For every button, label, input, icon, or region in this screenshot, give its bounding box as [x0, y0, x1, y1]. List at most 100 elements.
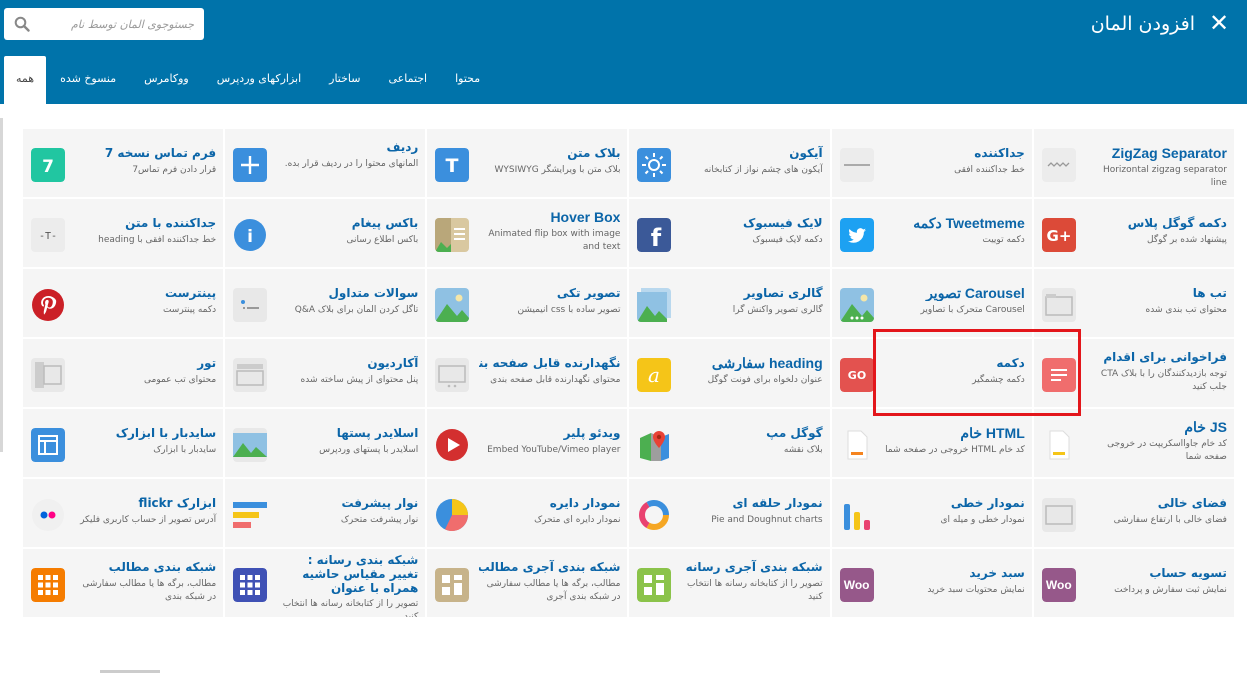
element-card-27[interactable]: ویدئو پلیر Embed YouTube/Vimeo player	[426, 408, 629, 478]
element-card-text: شبکه بندی آجری رسانه ها تصویر را از کتابخ…	[681, 559, 822, 604]
element-card-2[interactable]: آیکون آیکون های چشم نواز از کتابخانه	[628, 128, 831, 198]
element-card-text: ردیف المانهای محتوا را در ردیف قرار بده.	[277, 139, 419, 171]
element-card-text: heading سفارشی عنوان دلخواه برای فونت گوگ…	[681, 355, 823, 387]
element-card-13[interactable]: Carousel تصویر Carousel متحرک با تصاویر	[830, 268, 1033, 338]
element-card-17[interactable]: پینترست دکمه پینترست	[22, 268, 225, 338]
element-card-0[interactable]: ZigZag Separator Horizontal zigzag separa…	[1032, 128, 1235, 198]
element-card-38[interactable]: شبکه بندی آجری رسانه ها تصویر را از کتابخ…	[628, 548, 831, 618]
element-card-34[interactable]: نوار پیشرفت نوار پیشرفت متحرک	[224, 478, 427, 548]
element-card-41[interactable]: شبکه بندی مطالب مطالب، برگه ها یا مطالب س…	[22, 548, 225, 618]
element-card-20[interactable]: a heading سفارشی عنوان دلخواه برای فونت گو…	[628, 338, 831, 408]
element-card-31[interactable]: نمودار خطی نمودار خطی و میله ای	[830, 478, 1033, 548]
element-name: HTML خام	[960, 425, 1025, 441]
element-card-text: اسلایدر پستها اسلایدر با پستهای وردپرس	[277, 425, 418, 457]
element-card-25[interactable]: HTML خام کد خام HTML خروجی در صفحه شما	[830, 408, 1033, 478]
elements-grid: 7 فرم تماس نسخه 7 قرار دادن فرم تماس7 ردیف ا…	[22, 128, 1235, 675]
element-card-29[interactable]: سایدبار با ابزارک سایدبار با ابزارک	[22, 408, 225, 478]
tab-5[interactable]: ووکامرس	[130, 56, 203, 104]
element-card-18[interactable]: فراخوانی برای اقدام توجه بازدیدکنندگان را…	[1032, 338, 1235, 408]
tab-2[interactable]: اجتماعی	[375, 56, 442, 104]
element-card-16[interactable]: سوالات متداول تاگل کردن المان برای بلاک Q…	[224, 268, 427, 338]
tab-1[interactable]: محتوا	[441, 56, 494, 104]
element-card-33[interactable]: نمودار دایره نمودار دایره ای متحرک	[426, 478, 629, 548]
element-card-text: فرم تماس نسخه 7 قرار دادن فرم تماس7	[75, 145, 216, 177]
pie-chart-icon	[435, 498, 469, 532]
raw-js-icon	[1042, 428, 1076, 462]
svg-text:T: T	[446, 155, 459, 177]
element-name: تب ها	[1192, 286, 1227, 300]
element-description: گالری تصویر واکنش گرا	[732, 305, 823, 315]
element-card-19[interactable]: GO دکمه دکمه چشمگیر	[830, 338, 1033, 408]
element-card-24[interactable]: JS خام کد خام جاوااسکریپت در خروجی صفحه ش…	[1032, 408, 1235, 478]
tab-0[interactable]: همه	[4, 56, 47, 104]
element-card-21[interactable]: نگهدارنده قابل صفحه بندی محتوای نگهدارنده…	[426, 338, 629, 408]
element-description: قرار دادن فرم تماس7	[132, 165, 217, 175]
element-description: خط جداکننده افقی با heading	[98, 235, 217, 245]
element-card-36[interactable]: Woo تسویه حساب نمایش ثبت سفارش و پرداخت	[1032, 548, 1235, 618]
element-card-40[interactable]: شبکه بندی رسانه : تغییر مقیاس حاشیه همرا…	[224, 548, 427, 618]
element-name: فراخوانی برای اقدام	[1103, 350, 1227, 364]
element-card-5[interactable]: 7 فرم تماس نسخه 7 قرار دادن فرم تماس7	[22, 128, 225, 198]
element-name: آیکون	[789, 146, 823, 160]
element-card-15[interactable]: تصویر تکی تصویر ساده با css انیمیشن	[426, 268, 629, 338]
text-separator-icon: -T-	[31, 218, 65, 252]
tab-4[interactable]: ابزارکهای وردپرس	[203, 56, 315, 104]
pinterest-icon	[31, 288, 65, 322]
element-description: خط جداکننده افقی	[954, 165, 1025, 175]
element-name: Hover Box	[550, 209, 621, 225]
svg-text:G+: G+	[1046, 227, 1071, 245]
close-icon[interactable]: ✕	[1205, 9, 1233, 37]
element-card-37[interactable]: Woo سبد خرید نمایش محتویات سبد خرید	[830, 548, 1033, 618]
element-card-1[interactable]: جداکننده خط جداکننده افقی	[830, 128, 1033, 198]
element-name: فرم تماس نسخه 7	[104, 146, 217, 160]
element-description: دکمه توییت	[982, 235, 1025, 245]
element-name: جداکننده با متن	[125, 216, 217, 230]
element-description: باکس اطلاع رسانی	[346, 235, 419, 245]
element-card-text: شبکه بندی رسانه : تغییر مقیاس حاشیه همرا…	[277, 553, 419, 617]
element-description: Horizontal zigzag separator line	[1102, 165, 1227, 188]
element-card-23[interactable]: تور محتوای تب عمومی	[22, 338, 225, 408]
element-card-11[interactable]: -T- جداکننده با متن خط جداکننده افقی با he…	[22, 198, 225, 268]
element-card-28[interactable]: اسلایدر پستها اسلایدر با پستهای وردپرس	[224, 408, 427, 478]
element-name: شبکه بندی آجری رسانه ها	[681, 560, 823, 574]
accordion-icon	[233, 358, 268, 392]
tab-3[interactable]: ساختار	[315, 56, 374, 104]
video-player-icon	[435, 428, 469, 462]
scrollbar[interactable]	[0, 118, 3, 452]
element-description: مطالب، برگه ها یا مطالب سفارشی در شبکه ب…	[486, 579, 621, 602]
element-name: تور	[197, 356, 217, 370]
element-name: نمودار حلقه ای	[732, 496, 823, 510]
element-card-7[interactable]: Tweetmeme دکمه دکمه توییت	[830, 198, 1033, 268]
search-input[interactable]	[4, 8, 204, 40]
element-card-35[interactable]: ابزارک flickr آدرس تصویر از حساب کاربری ف…	[22, 478, 225, 548]
element-card-22[interactable]: آکاردیون پنل محتوای از پیش ساخته شده	[224, 338, 427, 408]
element-card-text: دکمه دکمه چشمگیر	[884, 355, 1025, 387]
element-card-39[interactable]: شبکه بندی آجری مطالب مطالب، برگه ها یا مط…	[426, 548, 629, 618]
element-card-32[interactable]: نمودار حلقه ای Pie and Doughnut charts	[628, 478, 831, 548]
tab-6[interactable]: منسوخ شده	[46, 56, 130, 104]
element-card-26[interactable]: گوگل مپ بلاک نقشه	[628, 408, 831, 478]
element-card-6[interactable]: G+ دکمه گوگل پلاس پیشنهاد شده بر گوگل	[1032, 198, 1235, 268]
element-card-10[interactable]: i باکس پیغام باکس اطلاع رسانی	[224, 198, 427, 268]
round-chart-icon	[637, 498, 671, 532]
element-description: المانهای محتوا را در ردیف قرار بده.	[284, 159, 419, 169]
sun-icon	[637, 148, 672, 182]
element-card-text: ویدئو پلیر Embed YouTube/Vimeo player	[479, 425, 620, 457]
element-card-14[interactable]: گالری تصاویر گالری تصویر واکنش گرا	[628, 268, 831, 338]
modal-title: افزودن المان	[1090, 13, 1195, 35]
posts-slider-icon	[233, 428, 268, 462]
element-description: پنل محتوای از پیش ساخته شده	[300, 375, 419, 385]
element-card-12[interactable]: تب ها محتوای تب بندی شده	[1032, 268, 1235, 338]
element-card-9[interactable]: Hover Box Animated flip box with image an…	[426, 198, 629, 268]
element-name: سوالات متداول	[328, 286, 419, 300]
element-card-text: ZigZag Separator Horizontal zigzag separa…	[1086, 145, 1227, 190]
element-card-4[interactable]: ردیف المانهای محتوا را در ردیف قرار بده.	[224, 128, 427, 198]
element-card-3[interactable]: T بلاک متن بلاک متن با ویرایشگر WYSIWYG	[426, 128, 629, 198]
element-card-text: آیکون آیکون های چشم نواز از کتابخانه	[681, 145, 823, 177]
element-card-8[interactable]: f لایک فیسبوک دکمه لایک فیسبوک	[628, 198, 831, 268]
element-card-30[interactable]: فضای خالی فضای خالی با ارتفاع سفارشی	[1032, 478, 1235, 548]
element-description: اسلایدر با پستهای وردپرس	[319, 445, 419, 455]
custom-heading-icon: a	[637, 358, 672, 392]
element-description: نمایش محتویات سبد خرید	[927, 585, 1025, 595]
element-card-text: فراخوانی برای اقدام توجه بازدیدکنندگان را…	[1086, 349, 1227, 394]
